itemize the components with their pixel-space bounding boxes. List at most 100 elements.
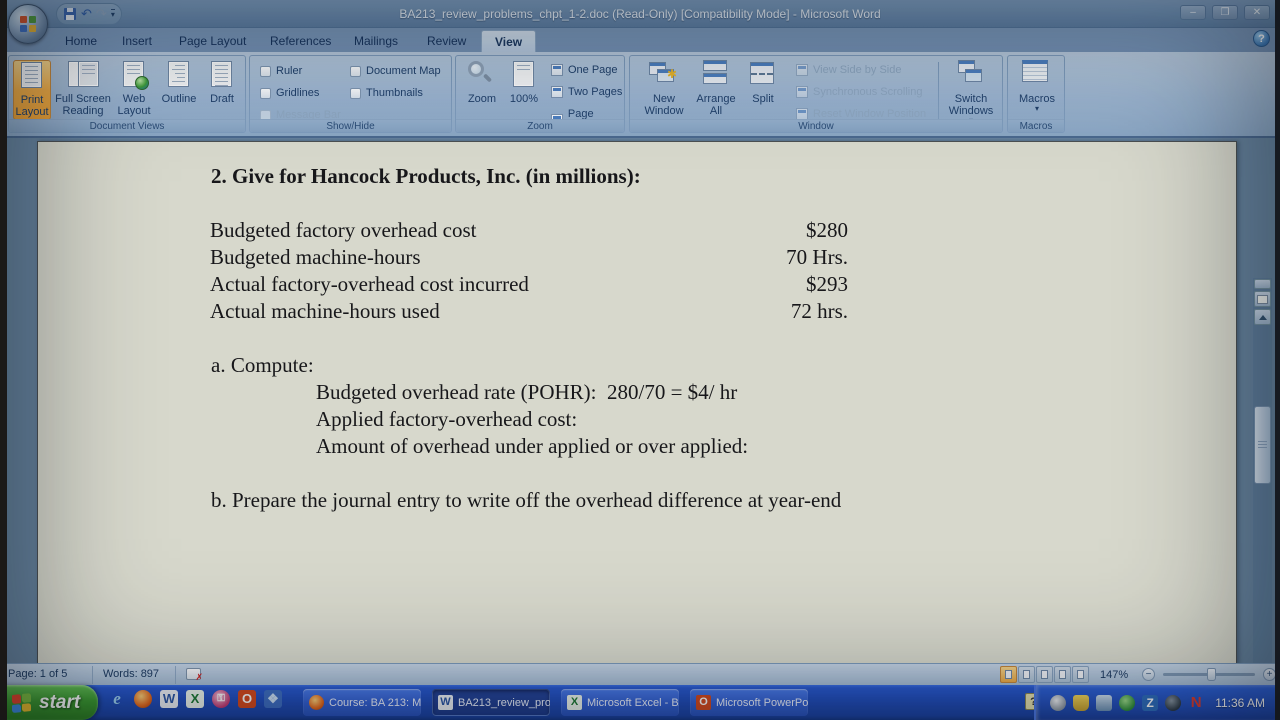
tray-shield-icon[interactable] xyxy=(1073,695,1089,711)
task-button-excel[interactable]: X Microsoft Excel - BA2... xyxy=(561,689,679,716)
ruler-toggle-button[interactable] xyxy=(1254,291,1271,307)
keys-icon[interactable]: ⚿ xyxy=(212,690,230,708)
thumbnails-checkbox[interactable]: Thumbnails xyxy=(350,87,423,99)
start-button[interactable]: start xyxy=(0,685,98,720)
one-page-icon xyxy=(551,64,563,76)
switch-windows-button[interactable]: Switch Windows ▾ xyxy=(942,60,1000,126)
print-layout-icon xyxy=(17,61,47,91)
zoom-slider-thumb[interactable] xyxy=(1207,668,1216,681)
checkbox-icon xyxy=(350,66,361,77)
window-controls: – ❐ ✕ xyxy=(1180,5,1270,20)
word-count[interactable]: Words: 897 xyxy=(103,668,159,680)
ruler-checkbox[interactable]: Ruler xyxy=(260,65,302,77)
group-macros: Macros ▾ Macros xyxy=(1007,55,1065,133)
outline-view-button[interactable] xyxy=(1054,666,1071,683)
office-button[interactable] xyxy=(8,4,48,44)
arrange-all-button[interactable]: Arrange All xyxy=(692,60,740,120)
tray-novell-icon[interactable]: N xyxy=(1188,695,1204,711)
doc-a-item: Budgeted overhead rate (POHR): 280/70 = … xyxy=(316,380,737,405)
qat-customize-icon[interactable]: ▾ xyxy=(111,9,115,19)
tab-page-layout[interactable]: Page Layout xyxy=(166,30,259,52)
window-title: BA213_review_problems_chpt_1-2.doc (Read… xyxy=(0,7,1280,21)
document-area: 2. Give for Hancock Products, Inc. (in m… xyxy=(0,138,1280,663)
group-zoom: Zoom 100% One Page Two Pages Page Width … xyxy=(455,55,625,133)
tray-agent-icon[interactable] xyxy=(1119,695,1135,711)
full-screen-view-button[interactable] xyxy=(1018,666,1035,683)
macros-button[interactable]: Macros ▾ xyxy=(1015,60,1059,126)
firefox-icon[interactable] xyxy=(134,690,152,708)
full-screen-reading-button[interactable]: Full Screen Reading xyxy=(55,60,111,120)
new-window-button[interactable]: ✱ New Window xyxy=(640,60,688,120)
help-icon[interactable]: ? xyxy=(1253,30,1270,47)
checkbox-icon xyxy=(260,88,271,99)
checkbox-icon xyxy=(350,88,361,99)
tab-references[interactable]: References xyxy=(257,30,344,52)
save-icon[interactable] xyxy=(63,7,77,21)
restore-button[interactable]: ❐ xyxy=(1212,5,1238,20)
print-layout-view-button[interactable] xyxy=(1000,666,1017,683)
redo-icon[interactable]: ↷ xyxy=(96,5,107,23)
undo-icon[interactable]: ↶ xyxy=(81,5,92,23)
tray-globe-icon[interactable] xyxy=(1165,695,1181,711)
tab-view[interactable]: View xyxy=(481,30,536,52)
scroll-up-button[interactable] xyxy=(1254,309,1271,325)
ribbon-tab-row: Home Insert Page Layout References Maili… xyxy=(0,28,1280,52)
gridlines-checkbox[interactable]: Gridlines xyxy=(260,87,319,99)
draft-button[interactable]: Draft xyxy=(203,60,241,120)
zoom-out-icon[interactable]: − xyxy=(1142,668,1155,681)
dropdown-arrow-icon: ▾ xyxy=(1035,105,1039,113)
zoom-button[interactable]: Zoom xyxy=(462,60,502,120)
zoom-icon xyxy=(467,60,497,90)
zoom-slider[interactable] xyxy=(1163,673,1255,676)
split-handle[interactable] xyxy=(1254,279,1271,289)
split-icon xyxy=(748,60,778,90)
screen-bezel-right xyxy=(1275,0,1280,720)
one-page-button[interactable]: One Page xyxy=(551,64,618,76)
group-label-window: Window xyxy=(630,119,1002,132)
tray-disc-icon[interactable] xyxy=(1050,695,1066,711)
doc-row-label: Actual machine-hours used xyxy=(210,299,440,324)
draft-view-button[interactable] xyxy=(1072,666,1089,683)
two-pages-button[interactable]: Two Pages xyxy=(551,86,622,98)
tab-review[interactable]: Review xyxy=(414,30,479,52)
quick-launch: e W X ⚿ O ❖ xyxy=(108,690,282,708)
doc-row-value: 70 Hrs. xyxy=(738,245,848,270)
tab-home[interactable]: Home xyxy=(52,30,110,52)
task-button-powerpoint[interactable]: O Microsoft PowerPoint ... xyxy=(690,689,808,716)
group-show-hide: Ruler Gridlines Message Bar Document Map… xyxy=(249,55,452,133)
word-icon[interactable]: W xyxy=(160,690,178,708)
tray-tools-icon[interactable] xyxy=(1096,695,1112,711)
task-button-browser[interactable]: Course: BA 213: Man... xyxy=(303,689,421,716)
zoom-level[interactable]: 147% xyxy=(1100,669,1134,681)
document-page[interactable]: 2. Give for Hancock Products, Inc. (in m… xyxy=(37,141,1237,663)
draft-icon xyxy=(207,60,237,90)
minimize-button[interactable]: – xyxy=(1180,5,1206,20)
excel-icon[interactable]: X xyxy=(186,690,204,708)
zoom-100-icon xyxy=(509,60,539,90)
two-pages-icon xyxy=(551,86,563,98)
zoom-100-button[interactable]: 100% xyxy=(504,60,544,120)
split-button[interactable]: Split xyxy=(744,60,782,120)
page-indicator[interactable]: Page: 1 of 5 xyxy=(8,668,67,680)
web-layout-button[interactable]: Web Layout xyxy=(113,60,155,120)
spelling-check-icon[interactable] xyxy=(186,668,201,680)
close-button[interactable]: ✕ xyxy=(1244,5,1270,20)
document-map-checkbox[interactable]: Document Map xyxy=(350,65,441,77)
scrollbar-thumb[interactable] xyxy=(1254,406,1271,484)
group-label-macros: Macros xyxy=(1008,119,1064,132)
vertical-scrollbar[interactable] xyxy=(1253,278,1272,663)
print-layout-button[interactable]: Print Layout xyxy=(13,60,51,120)
doc-a-item: Applied factory-overhead cost: xyxy=(316,407,577,432)
doc-row-value: $293 xyxy=(738,272,848,297)
tab-insert[interactable]: Insert xyxy=(109,30,165,52)
tray-z-icon[interactable]: Z xyxy=(1142,695,1158,711)
ie-icon[interactable]: e xyxy=(108,690,126,708)
powerpoint-icon[interactable]: O xyxy=(238,690,256,708)
web-layout-view-button[interactable] xyxy=(1036,666,1053,683)
task-button-word-active[interactable]: W BA213_review_probl... xyxy=(432,689,550,716)
doc-row-label: Budgeted factory overhead cost xyxy=(210,218,476,243)
zoom-control: 147% − + xyxy=(1100,668,1276,681)
tab-mailings[interactable]: Mailings xyxy=(341,30,411,52)
outline-button[interactable]: Outline xyxy=(157,60,201,120)
messenger-icon[interactable]: ❖ xyxy=(264,690,282,708)
